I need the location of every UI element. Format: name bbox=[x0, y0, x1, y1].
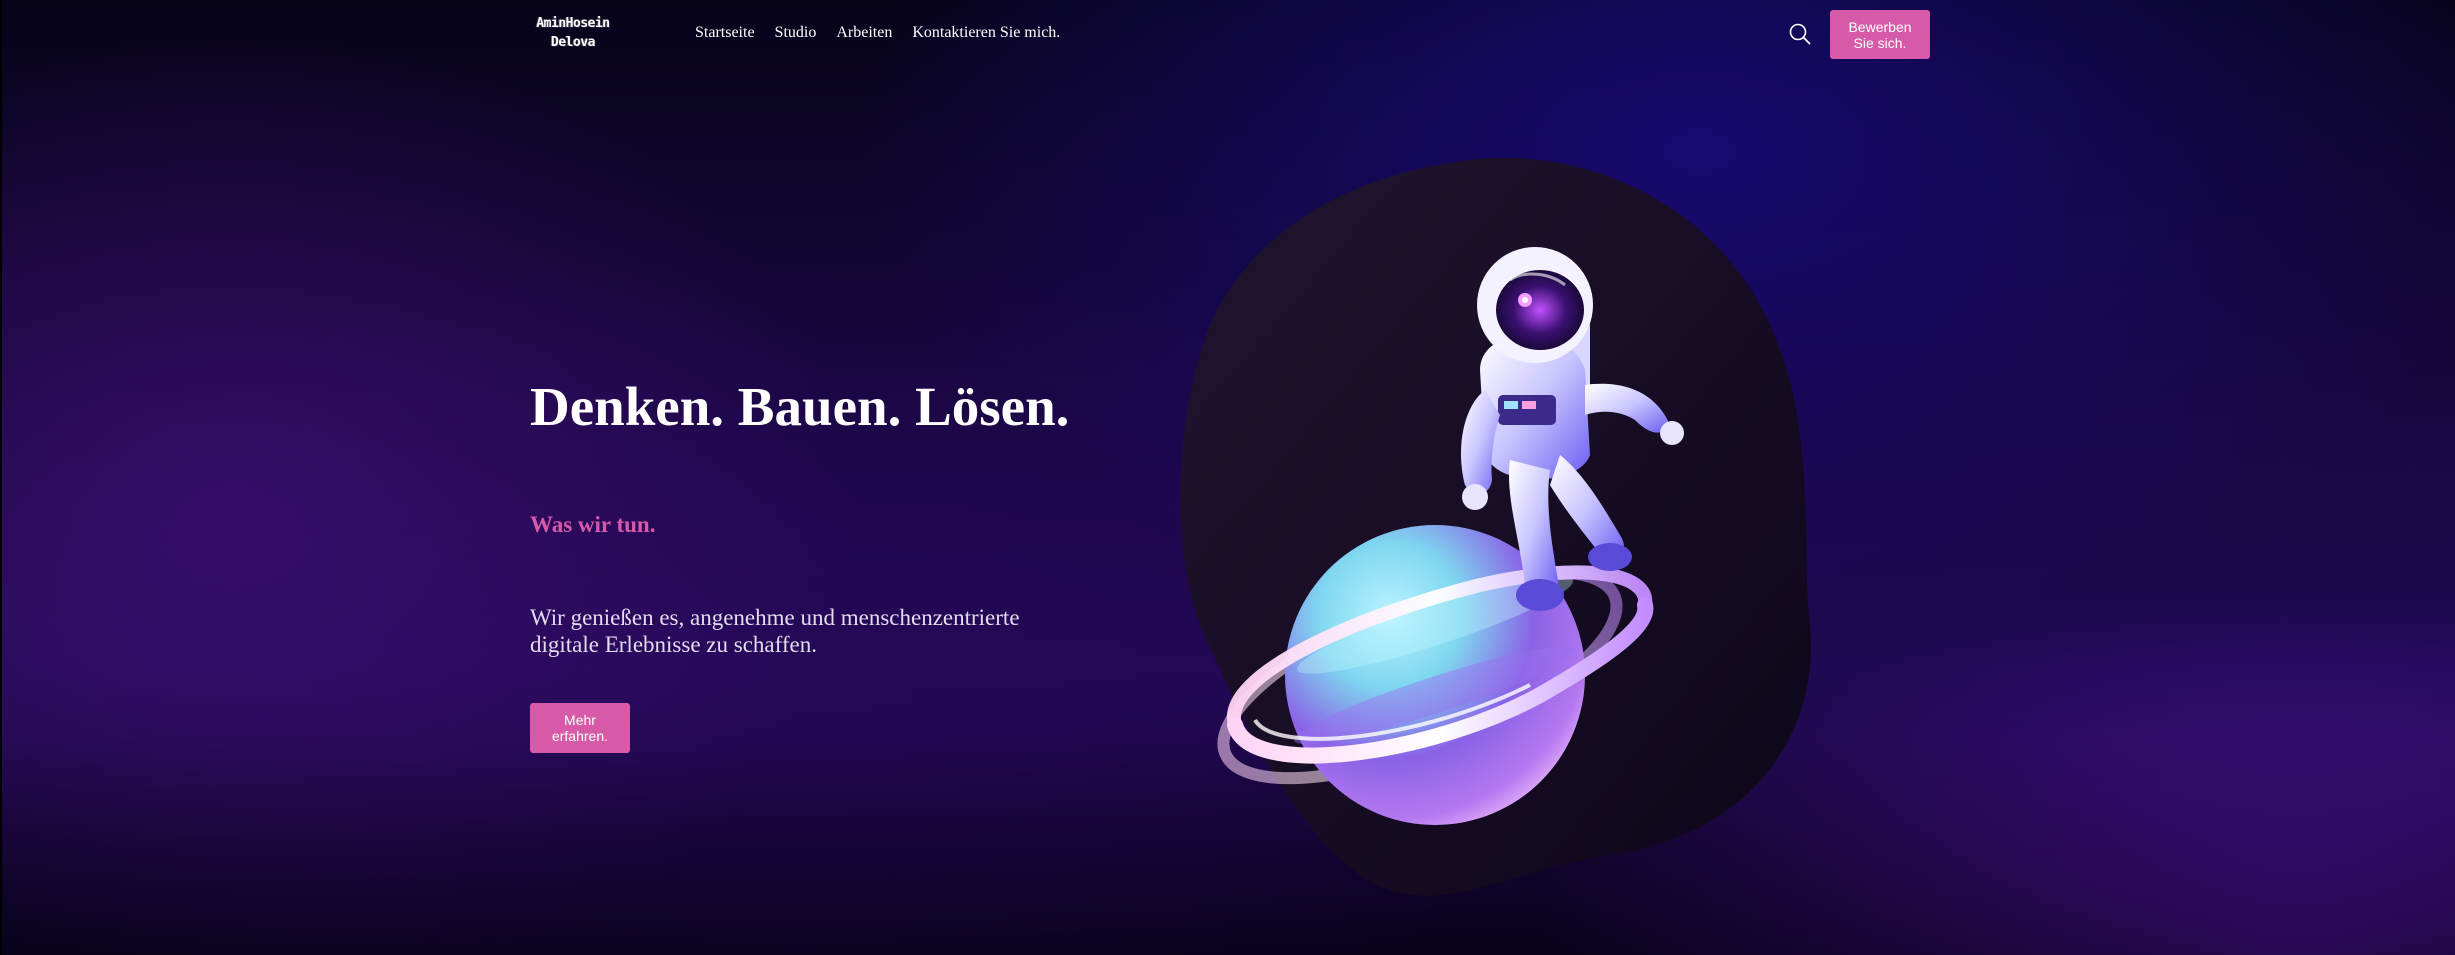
hero-title: Denken. Bauen. Lösen. bbox=[530, 376, 1070, 437]
site-header: AminHosein Delova Startseite Studio Arbe… bbox=[530, 0, 1930, 68]
main-nav: Startseite Studio Arbeiten Kontaktieren … bbox=[695, 24, 1060, 42]
logo-line-2: Delova bbox=[551, 35, 595, 50]
search-icon bbox=[1789, 23, 1811, 45]
nav-item-startseite[interactable]: Startseite bbox=[695, 24, 755, 42]
hero-description: Wir genießen es, angenehme und menschenz… bbox=[530, 605, 1020, 657]
search-button[interactable] bbox=[1788, 22, 1812, 46]
left-edge bbox=[0, 0, 2, 955]
nav-item-arbeiten[interactable]: Arbeiten bbox=[836, 24, 892, 42]
nav-item-studio[interactable]: Studio bbox=[775, 24, 817, 42]
apply-button[interactable]: Bewerben Sie sich. bbox=[1830, 10, 1930, 59]
hero-illustration bbox=[1180, 155, 1820, 915]
astronaut-on-planet-illustration bbox=[1180, 157, 1811, 896]
hero-subtitle: Was wir tun. bbox=[530, 512, 656, 537]
site-logo[interactable]: AminHosein Delova bbox=[533, 14, 613, 52]
learn-more-button[interactable]: Mehr erfahren. bbox=[530, 703, 630, 753]
nav-item-kontakt[interactable]: Kontaktieren Sie mich. bbox=[912, 24, 1060, 42]
logo-line-1: AminHosein bbox=[536, 16, 610, 31]
